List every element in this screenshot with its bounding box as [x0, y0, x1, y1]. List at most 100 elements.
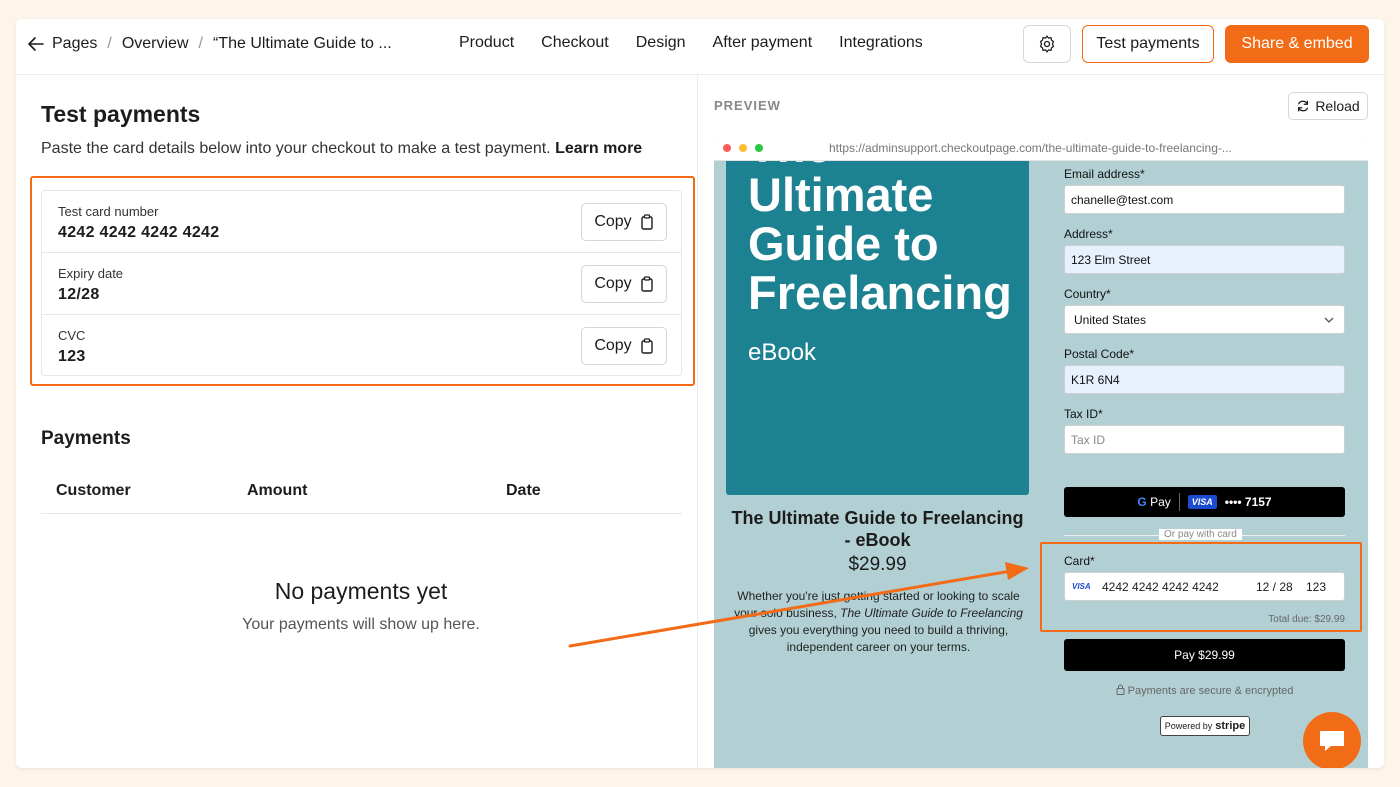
tax-id-field[interactable]: Tax ID: [1064, 425, 1345, 454]
stripe-logo: stripe: [1215, 720, 1246, 732]
card-number-label: Test card number: [58, 204, 159, 219]
empty-state-title: No payments yet: [274, 578, 448, 604]
gpay-separator: [1178, 493, 1180, 511]
copy-expiry-button[interactable]: Copy: [581, 265, 667, 303]
tax-id-label: Tax ID*: [1064, 407, 1103, 421]
column-date: Date: [506, 482, 541, 499]
card-number-input[interactable]: 4242 4242 4242 4242: [1102, 580, 1219, 594]
cvc-row: CVC 123 Copy: [42, 315, 681, 377]
google-pay-button[interactable]: G Pay VISA •••• 7157: [1064, 487, 1345, 517]
or-pay-label: Or pay with card: [1159, 529, 1242, 540]
test-payments-button[interactable]: Test payments: [1082, 25, 1214, 63]
panel-title: Test payments: [41, 101, 201, 127]
share-embed-button[interactable]: Share & embed: [1225, 25, 1369, 63]
clipboard-icon: [640, 338, 653, 354]
top-bar: Pages / Overview / “The Ultimate Guide t…: [16, 19, 1384, 75]
expiry-row: Expiry date 12/28 Copy: [42, 253, 681, 315]
card-label: Card*: [1064, 554, 1095, 568]
copy-card-number-button[interactable]: Copy: [581, 203, 667, 241]
expiry-label: Expiry date: [58, 266, 124, 281]
card-expiry-input[interactable]: 12 / 28: [1256, 580, 1293, 594]
chat-launcher-button[interactable]: [1303, 712, 1361, 768]
tab-design[interactable]: Design: [636, 34, 686, 52]
country-select[interactable]: United States: [1064, 305, 1345, 334]
tab-checkout[interactable]: Checkout: [541, 34, 609, 52]
cvc-value: 123: [58, 348, 86, 365]
breadcrumb: Pages / Overview / “The Ultimate Guide t…: [26, 34, 392, 54]
breadcrumb-current: “The Ultimate Guide to ...: [212, 35, 392, 52]
reload-label: Reload: [1315, 98, 1360, 114]
product-title: The Ultimate Guide to Freelancing - eBoo…: [731, 508, 1024, 550]
copy-label: Copy: [594, 213, 632, 230]
column-amount: Amount: [247, 482, 308, 499]
cover-subtitle: eBook: [748, 339, 817, 366]
test-card-details: Test card number 4242 4242 4242 4242 Cop…: [41, 190, 682, 376]
google-pay-logo: G Pay: [1137, 495, 1171, 509]
cover-title: The Ultimate Guide to Freelancing: [748, 161, 1012, 319]
card-field[interactable]: VISA 4242 4242 4242 4242 12 / 28 123: [1064, 572, 1345, 601]
card-cvc-input[interactable]: 123: [1306, 580, 1326, 594]
powered-by-text: Powered by: [1164, 721, 1213, 731]
reload-button[interactable]: Reload: [1288, 92, 1368, 120]
nav-tabs: Product Checkout Design After payment In…: [459, 34, 950, 52]
minimize-dot-icon: [739, 144, 747, 152]
breadcrumb-pages[interactable]: Pages: [52, 35, 97, 53]
chevron-down-icon: [1324, 317, 1334, 323]
email-field[interactable]: chanelle@test.com: [1064, 185, 1345, 214]
secure-note: Payments are secure & encrypted: [1064, 684, 1345, 697]
chat-bubble-icon: [1320, 731, 1344, 751]
panel-divider: [697, 75, 698, 768]
powered-by-stripe-badge[interactable]: Powered by stripe: [1160, 716, 1250, 736]
country-value: United States: [1074, 313, 1147, 327]
address-field[interactable]: 123 Elm Street: [1064, 245, 1345, 274]
breadcrumb-overview[interactable]: Overview: [122, 35, 189, 53]
product-price: $29.99: [848, 554, 907, 575]
clipboard-icon: [640, 276, 653, 292]
browser-bar: https://adminsupport.checkoutpage.com/th…: [714, 135, 1368, 161]
subtitle-text: Paste the card details below into your c…: [41, 140, 551, 157]
secure-text: Payments are secure & encrypted: [1127, 685, 1294, 697]
copy-label: Copy: [594, 337, 632, 354]
empty-state-subtitle: Your payments will show up here.: [242, 616, 480, 633]
maximize-dot-icon: [755, 144, 763, 152]
panel-subtitle: Paste the card details below into your c…: [41, 140, 642, 158]
learn-more-link[interactable]: Learn more: [555, 140, 642, 157]
close-dot-icon: [723, 144, 731, 152]
expiry-value: 12/28: [58, 286, 100, 303]
payments-title: Payments: [41, 428, 131, 449]
gear-icon: [1039, 35, 1055, 53]
visa-icon: VISA: [1187, 495, 1217, 509]
table-divider: [41, 513, 682, 514]
breadcrumb-separator: /: [107, 35, 112, 52]
card-number-value: 4242 4242 4242 4242: [58, 224, 220, 241]
refresh-icon: [1298, 100, 1309, 112]
country-label: Country*: [1064, 287, 1111, 301]
email-label: Email address*: [1064, 167, 1145, 181]
test-payments-panel: Test payments Paste the card details bel…: [16, 75, 697, 768]
gpay-card-digits: •••• 7157: [1224, 495, 1272, 509]
product-cover-image: The Ultimate Guide to Freelancing eBook: [726, 161, 1029, 495]
checkout-preview: https://adminsupport.checkoutpage.com/th…: [714, 135, 1368, 768]
postal-label: Postal Code*: [1064, 347, 1135, 361]
postal-code-field[interactable]: K1R 6N4: [1064, 365, 1345, 394]
description-part-2: gives you everything you need to build a…: [748, 623, 1009, 654]
pay-button[interactable]: Pay $29.99: [1064, 639, 1345, 671]
preview-url: https://adminsupport.checkoutpage.com/th…: [829, 141, 1232, 155]
visa-icon: VISA: [1072, 582, 1091, 591]
tab-after-payment[interactable]: After payment: [713, 34, 813, 52]
settings-button[interactable]: [1023, 25, 1071, 63]
app-window: Pages / Overview / “The Ultimate Guide t…: [16, 19, 1384, 768]
product-description: Whether you're just getting started or l…: [728, 588, 1029, 656]
preview-label: PREVIEW: [714, 98, 781, 113]
tab-product[interactable]: Product: [459, 34, 514, 52]
description-emphasis: The Ultimate Guide to Freelancing: [840, 606, 1023, 620]
cvc-label: CVC: [58, 328, 86, 343]
copy-cvc-button[interactable]: Copy: [581, 327, 667, 365]
column-customer: Customer: [56, 482, 131, 499]
address-label: Address*: [1064, 227, 1113, 241]
lock-icon: [1116, 684, 1125, 695]
copy-label: Copy: [594, 275, 632, 292]
card-number-row: Test card number 4242 4242 4242 4242 Cop…: [42, 191, 681, 253]
back-arrow-icon[interactable]: [26, 34, 46, 54]
tab-integrations[interactable]: Integrations: [839, 34, 923, 52]
